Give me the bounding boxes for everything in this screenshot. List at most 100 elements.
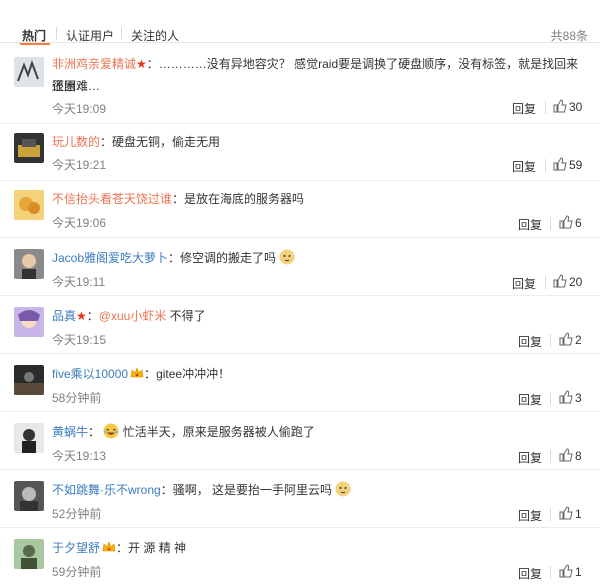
comment-filter-tabs: 热门 认证用户 关注的人 共88条 (0, 0, 600, 43)
tab-hot[interactable]: 热门 (22, 27, 46, 44)
reply-button[interactable]: 回复 (518, 216, 542, 233)
laugh-cry-icon (103, 423, 119, 439)
comment-text: 于夕望舒 ：开 源 精 神 (52, 541, 187, 555)
like-count: 30 (569, 100, 583, 114)
crown-badge-icon (130, 367, 144, 378)
comment-text: 黄蜗牛： 忙活半天，原来是服务器被人偷跑了 (52, 423, 315, 439)
comment-content: 是放在海底的服务器吗 (184, 192, 305, 206)
action-divider (545, 101, 546, 114)
like-count: 6 (575, 216, 582, 230)
comment-text-continued: 还原…… (52, 79, 101, 93)
reply-button[interactable]: 回复 (518, 391, 542, 408)
thumbs-up-icon (553, 99, 567, 113)
comment-time: 今天19:21 (52, 158, 107, 172)
action-divider (550, 566, 551, 579)
comment-item: 品真★：@xuu小虾米 不得了 今天19:15 回复 2 (0, 295, 600, 354)
like-button[interactable]: 1 (559, 564, 582, 579)
total-count: 共88条 (550, 29, 588, 43)
username-link[interactable]: Jacob雅阁爱吃大萝卜 (52, 251, 168, 265)
username-link[interactable]: 玩儿数的 (52, 135, 100, 149)
comment-content: 不得了 (169, 309, 206, 323)
doge-icon (279, 249, 295, 265)
mention-link[interactable]: @xuu小虾米 (99, 309, 167, 323)
avatar[interactable] (14, 423, 44, 453)
like-button[interactable]: 1 (559, 506, 582, 521)
comment-item: 不信抬头看苍天饶过谁：是放在海底的服务器吗 今天19:06 回复 6 (0, 180, 600, 238)
avatar[interactable] (14, 307, 44, 337)
comment-item: Jacob雅阁爱吃大萝卜：修空调的搬走了吗 今天19:11 回复 20 (0, 237, 600, 296)
like-count: 20 (569, 275, 583, 289)
like-button[interactable]: 3 (559, 390, 582, 405)
avatar[interactable] (14, 57, 44, 87)
thumbs-up-icon (559, 390, 573, 404)
comment-content: gitee冲冲冲！ (156, 367, 231, 381)
reply-button[interactable]: 回复 (518, 507, 542, 524)
like-count: 1 (575, 507, 582, 521)
comment-time: 今天19:06 (52, 216, 107, 230)
comment-text: 玩儿数的：硬盘无铜，偷走无用 (52, 135, 221, 149)
tab-verified-users[interactable]: 认证用户 (66, 27, 114, 44)
comment-content: 硬盘无铜，偷走无用 (112, 135, 221, 149)
like-count: 3 (575, 391, 582, 405)
reply-button[interactable]: 回复 (518, 449, 542, 466)
like-button[interactable]: 8 (559, 448, 582, 463)
reply-button[interactable]: 回复 (512, 100, 536, 117)
action-divider (550, 392, 551, 405)
comment-text: five乘以10000 ：gitee冲冲冲！ (52, 367, 231, 381)
comment-text: 不信抬头看苍天饶过谁：是放在海底的服务器吗 (52, 192, 305, 206)
comment-time: 今天19:13 (52, 449, 107, 463)
reply-button[interactable]: 回复 (512, 158, 536, 175)
avatar[interactable] (14, 190, 44, 220)
like-count: 59 (569, 158, 583, 172)
username-link[interactable]: 不如跳舞·乐不wrong (52, 483, 161, 497)
like-button[interactable]: 59 (553, 157, 582, 172)
comment-item: 非洲鸡亲爱精诚★：…………没有异地容灾？ 感觉raid要是调换了硬盘顺序，没有标… (0, 45, 600, 124)
avatar[interactable] (14, 249, 44, 279)
action-divider (550, 508, 551, 521)
thumbs-up-icon (559, 332, 573, 346)
comment-time: 59分钟前 (52, 565, 102, 579)
tab-divider (56, 27, 57, 40)
comment-text: 品真★：@xuu小虾米 不得了 (52, 309, 206, 323)
reply-button[interactable]: 回复 (518, 333, 542, 350)
reply-button[interactable]: 回复 (512, 275, 536, 292)
avatar[interactable] (14, 539, 44, 569)
comment-time: 今天19:09 (52, 102, 107, 116)
comment-time: 52分钟前 (52, 507, 102, 521)
username-link[interactable]: 不信抬头看苍天饶过谁 (52, 192, 172, 206)
comment-time: 今天19:15 (52, 333, 107, 347)
thumbs-up-icon (553, 274, 567, 288)
comment-item: five乘以10000 ：gitee冲冲冲！ 58分钟前 回复 3 (0, 353, 600, 412)
comment-item: 玩儿数的：硬盘无铜，偷走无用 今天19:21 回复 59 (0, 123, 600, 181)
username-link[interactable]: 于夕望舒 (52, 541, 100, 555)
username-link[interactable]: 品真 (52, 309, 76, 323)
comment-time: 58分钟前 (52, 391, 102, 405)
comment-text: Jacob雅阁爱吃大萝卜：修空调的搬走了吗 (52, 247, 582, 269)
reply-button[interactable]: 回复 (518, 565, 542, 582)
thumbs-up-icon (559, 506, 573, 520)
doge-icon (335, 481, 351, 497)
like-button[interactable]: 2 (559, 332, 582, 347)
star-badge-icon: ★ (76, 309, 87, 323)
comment-item: 黄蜗牛： 忙活半天，原来是服务器被人偷跑了 今天19:13 回复 8 (0, 411, 600, 470)
like-button[interactable]: 30 (553, 99, 582, 114)
tab-following[interactable]: 关注的人 (131, 27, 179, 44)
action-divider (545, 159, 546, 172)
avatar[interactable] (14, 481, 44, 511)
username-link[interactable]: five乘以10000 (52, 367, 128, 381)
comment-text: 不如跳舞·乐不wrong：骚啊， 这是要抬一手阿里云吗 (52, 479, 582, 501)
tab-divider (121, 27, 122, 40)
thumbs-up-icon (553, 157, 567, 171)
like-count: 1 (575, 565, 582, 579)
like-count: 8 (575, 449, 582, 463)
thumbs-up-icon (559, 215, 573, 229)
avatar[interactable] (14, 365, 44, 395)
comment-item: 于夕望舒 ：开 源 精 神 59分钟前 回复 1 (0, 527, 600, 586)
like-button[interactable]: 20 (553, 274, 582, 289)
username-link[interactable]: 黄蜗牛 (52, 425, 88, 439)
comment-content: 修空调的搬走了吗 (180, 251, 277, 265)
username-link[interactable]: 非洲鸡亲爱精诚 (52, 57, 136, 71)
avatar[interactable] (14, 133, 44, 163)
comment-content: 开 源 精 神 (128, 541, 187, 555)
like-button[interactable]: 6 (559, 215, 582, 230)
